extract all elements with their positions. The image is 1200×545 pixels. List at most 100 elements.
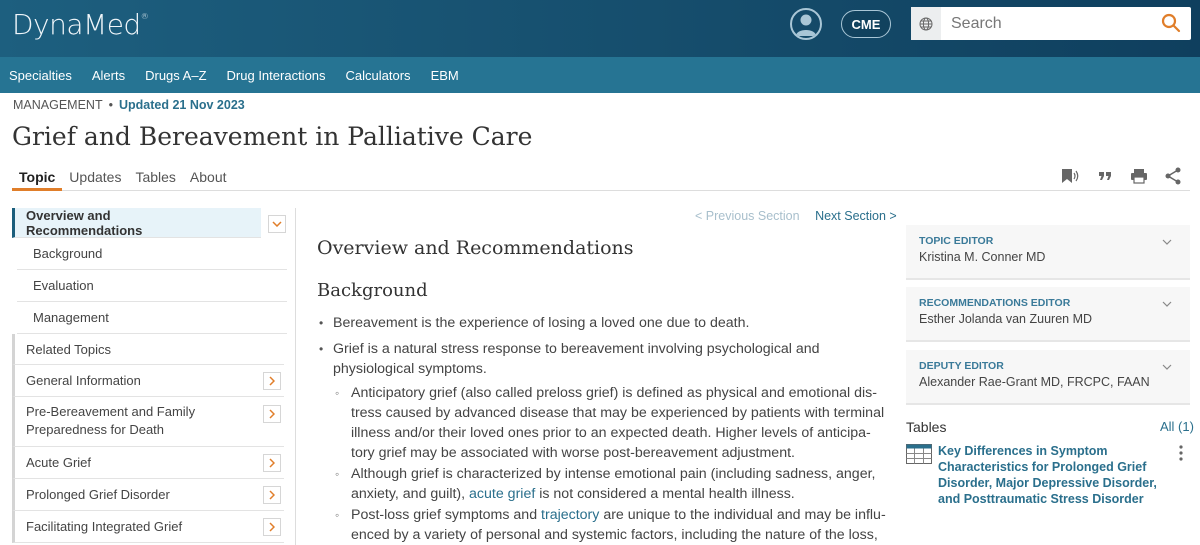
subsection-heading: Background [317,280,428,301]
sidebar-item-label: Evaluation [33,278,94,293]
tab-updates[interactable]: Updates [62,166,128,191]
page-title: Grief and Bereavement in Palliative Care [12,122,533,151]
search-button[interactable] [1161,13,1181,38]
quote-icon [1099,172,1111,180]
sidebar-subitem-background[interactable]: Background [17,238,287,270]
chevron-right-icon [269,489,275,500]
all-tables-link[interactable]: All (1) [1160,419,1194,434]
nav-drugs-a-z[interactable]: Drugs A–Z [145,68,206,83]
section-heading: Overview and Recommendations [317,237,634,259]
updated-date[interactable]: Updated 21 Nov 2023 [119,98,245,112]
user-icon [796,14,816,36]
sidebar-item-label: Prolonged Grief Disorder [26,487,170,502]
sidebar-item-label: Facilitating Integrated Grief [26,519,183,534]
top-header: DynaMed® CME [0,0,1200,57]
table-link-key-differences[interactable]: Key Differences in Symptom Characteristi… [938,443,1163,507]
nav-calculators[interactable]: Calculators [346,68,411,83]
sidebar-subitem-evaluation[interactable]: Evaluation [17,270,287,302]
read-aloud-button[interactable] [1054,166,1088,186]
acute-grief-link[interactable]: acute grief [469,486,535,502]
globe-icon [919,17,933,30]
logo-text: DynaMed [12,8,141,41]
sidebar-subitem-management[interactable]: Management [17,302,287,334]
expand-button[interactable] [263,485,281,504]
dynamed-logo[interactable]: DynaMed® [12,8,149,41]
bullet-text: Bereavement is the experience of losing … [333,315,750,331]
search-bar [911,7,1191,40]
sidebar-item-overview[interactable]: Overview and Recommendations [12,208,261,238]
print-button[interactable] [1122,166,1156,186]
sidebar-item-related-topics[interactable]: Related Topics [12,334,284,365]
search-input[interactable] [941,7,1151,40]
previous-section-link[interactable]: < Previous Section [695,209,800,223]
topic-meta: MANAGEMENT • Updated 21 Nov 2023 [13,98,245,112]
chevron-right-icon [269,457,275,468]
expand-button[interactable] [263,371,281,390]
trajectory-link[interactable]: trajectory [541,507,599,523]
share-icon [1165,167,1181,185]
sub-bullet-item: Although grief is characterized by inten… [333,464,889,504]
topic-tabs: Topic Updates Tables About [12,166,1190,191]
sub-bullet-item: Anticipatory grief (also called preloss … [333,383,889,463]
nav-specialties[interactable]: Specialties [9,68,72,83]
sidebar-item-label: Background [33,246,103,261]
expand-button[interactable] [263,405,281,423]
chevron-down-icon [1162,239,1172,245]
sidebar-item-label: General Information [26,373,141,388]
chevron-right-icon [269,521,275,532]
sidebar-item-pre-bereavement[interactable]: Pre-Bereavement and Family Preparedness … [12,397,284,447]
next-section-link[interactable]: Next Section > [815,209,897,223]
editor-role: DEPUTY EDITOR [919,360,1004,372]
sidebar-item-label: Pre-Bereavement and Family Preparedness … [26,404,196,437]
article-body: Bereavement is the experience of losing … [317,313,889,545]
language-button[interactable] [911,7,941,40]
table-icon [906,444,932,464]
editor-name: Kristina M. Conner MD [919,250,1046,264]
sidebar-item-acute-grief[interactable]: Acute Grief [12,447,284,479]
nav-drug-interactions[interactable]: Drug Interactions [227,68,326,83]
tab-tables[interactable]: Tables [128,166,182,191]
nav-ebm[interactable]: EBM [431,68,459,83]
cme-button[interactable]: CME [841,10,891,38]
topic-category: MANAGEMENT [13,98,103,112]
sidebar-item-label: Overview and Recommendations [26,207,143,238]
section-pager: < Previous Section Next Section > [695,209,897,223]
sub-bullet-item: Post-loss grief symptoms and trajectory … [333,505,889,545]
cite-button[interactable] [1088,166,1122,186]
editor-role: TOPIC EDITOR [919,235,994,247]
account-button[interactable] [790,8,822,40]
topic-editor-card[interactable]: TOPIC EDITOR Kristina M. Conner MD [906,225,1190,280]
chevron-right-icon [269,409,275,419]
collapse-overview-button[interactable] [268,215,286,233]
logo-registered-mark: ® [140,12,149,21]
bullet-item: Bereavement is the experience of losing … [317,313,889,333]
bullet-text: Anticipatory grief (also called preloss … [351,385,885,461]
tab-topic[interactable]: Topic [12,166,63,191]
sidebar-item-prolonged-grief-disorder[interactable]: Prolonged Grief Disorder [12,479,284,511]
expand-button[interactable] [263,453,281,472]
expand-button[interactable] [263,517,281,536]
sidebar-item-label: Acute Grief [26,455,92,470]
tables-heading: Tables [906,419,947,435]
read-aloud-icon [1062,169,1079,183]
main-nav: Specialties Alerts Drugs A–Z Drug Intera… [0,57,1200,93]
deputy-editor-card[interactable]: DEPUTY EDITOR Alexander Rae-Grant MD, FR… [906,350,1190,405]
nav-alerts[interactable]: Alerts [92,68,125,83]
share-button[interactable] [1156,166,1190,186]
recommendations-editor-card[interactable]: RECOMMENDATIONS EDITOR Esther Jolanda va… [906,287,1190,342]
bullet-item: Grief is a natural stress response to be… [317,339,889,545]
sidebar-item-label: Management [33,310,109,325]
chevron-down-icon [1162,301,1172,307]
sidebar-item-label: Related Topics [26,341,112,357]
bullet-text: Grief is a natural stress response to be… [333,341,820,377]
sidebar-item-general-information[interactable]: General Information [12,365,284,397]
tab-about[interactable]: About [183,166,234,191]
sidebar-item-facilitating-integrated-grief[interactable]: Facilitating Integrated Grief [12,511,284,543]
chevron-right-icon [269,375,275,386]
bullet-text: is not considered a mental health illnes… [535,486,795,502]
chevron-down-icon [272,221,282,227]
editor-name: Esther Jolanda van Zuuren MD [919,312,1093,326]
search-icon [1161,13,1181,33]
chevron-down-icon [1162,364,1172,370]
more-options-icon[interactable] [1178,445,1184,461]
